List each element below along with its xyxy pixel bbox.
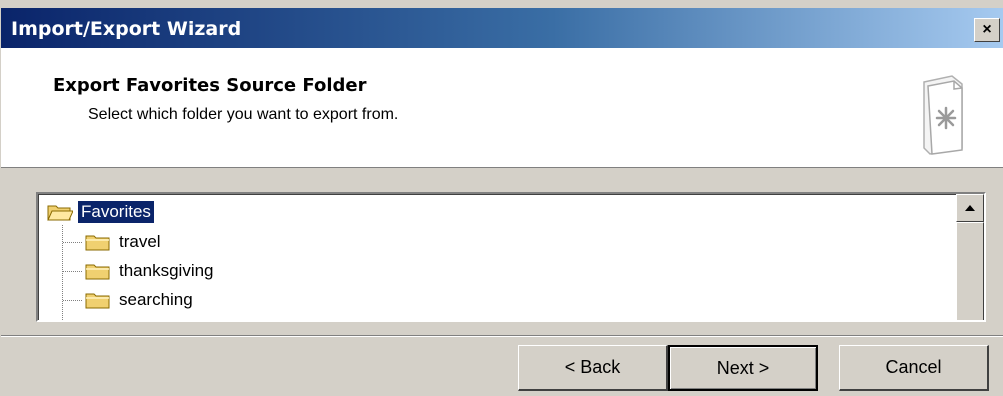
tree-branch-line	[63, 271, 83, 272]
button-separator	[1, 335, 1003, 337]
wizard-header: Export Favorites Source Folder Select wh…	[1, 48, 1003, 168]
title-bar[interactable]: Import/Export Wizard ×	[1, 8, 1003, 48]
cancel-button[interactable]: Cancel	[839, 345, 989, 391]
folder-open-icon	[47, 205, 73, 221]
vertical-scrollbar[interactable]	[956, 194, 984, 320]
tree-branch-line	[63, 242, 83, 243]
scroll-thumb[interactable]	[956, 222, 984, 320]
tree-item-favorites[interactable]: Favorites	[47, 198, 154, 226]
tree-connector-line	[62, 225, 63, 320]
close-button[interactable]: ×	[974, 18, 1000, 42]
folder-tree-view[interactable]: Favorites travel thanksgiving searching	[36, 192, 986, 322]
tree-item-label: thanksgiving	[119, 261, 214, 280]
arrow-up-icon	[965, 205, 975, 211]
folder-icon	[85, 264, 110, 280]
tree-item-label: searching	[119, 290, 193, 309]
tree-item-thanksgiving[interactable]: thanksgiving	[85, 257, 217, 285]
import-export-wizard-dialog: Import/Export Wizard × Export Favorites …	[0, 0, 1003, 396]
back-button[interactable]: < Back	[518, 345, 668, 391]
tree-item-searching[interactable]: searching	[85, 286, 196, 314]
wizard-document-icon	[923, 75, 963, 155]
scroll-up-button[interactable]	[956, 194, 984, 222]
page-subtitle: Select which folder you want to export f…	[88, 106, 399, 123]
close-icon: ×	[982, 21, 992, 38]
next-button[interactable]: Next >	[668, 345, 818, 391]
tree-content: Favorites travel thanksgiving searching	[38, 194, 956, 320]
tree-item-label: travel	[119, 232, 161, 251]
window-title: Import/Export Wizard	[11, 18, 242, 40]
tree-item-travel[interactable]: travel	[85, 228, 164, 256]
tree-branch-line	[63, 300, 83, 301]
folder-icon	[85, 235, 110, 251]
tree-item-label: Favorites	[78, 201, 154, 223]
page-title: Export Favorites Source Folder	[53, 75, 367, 96]
folder-icon	[85, 293, 110, 309]
